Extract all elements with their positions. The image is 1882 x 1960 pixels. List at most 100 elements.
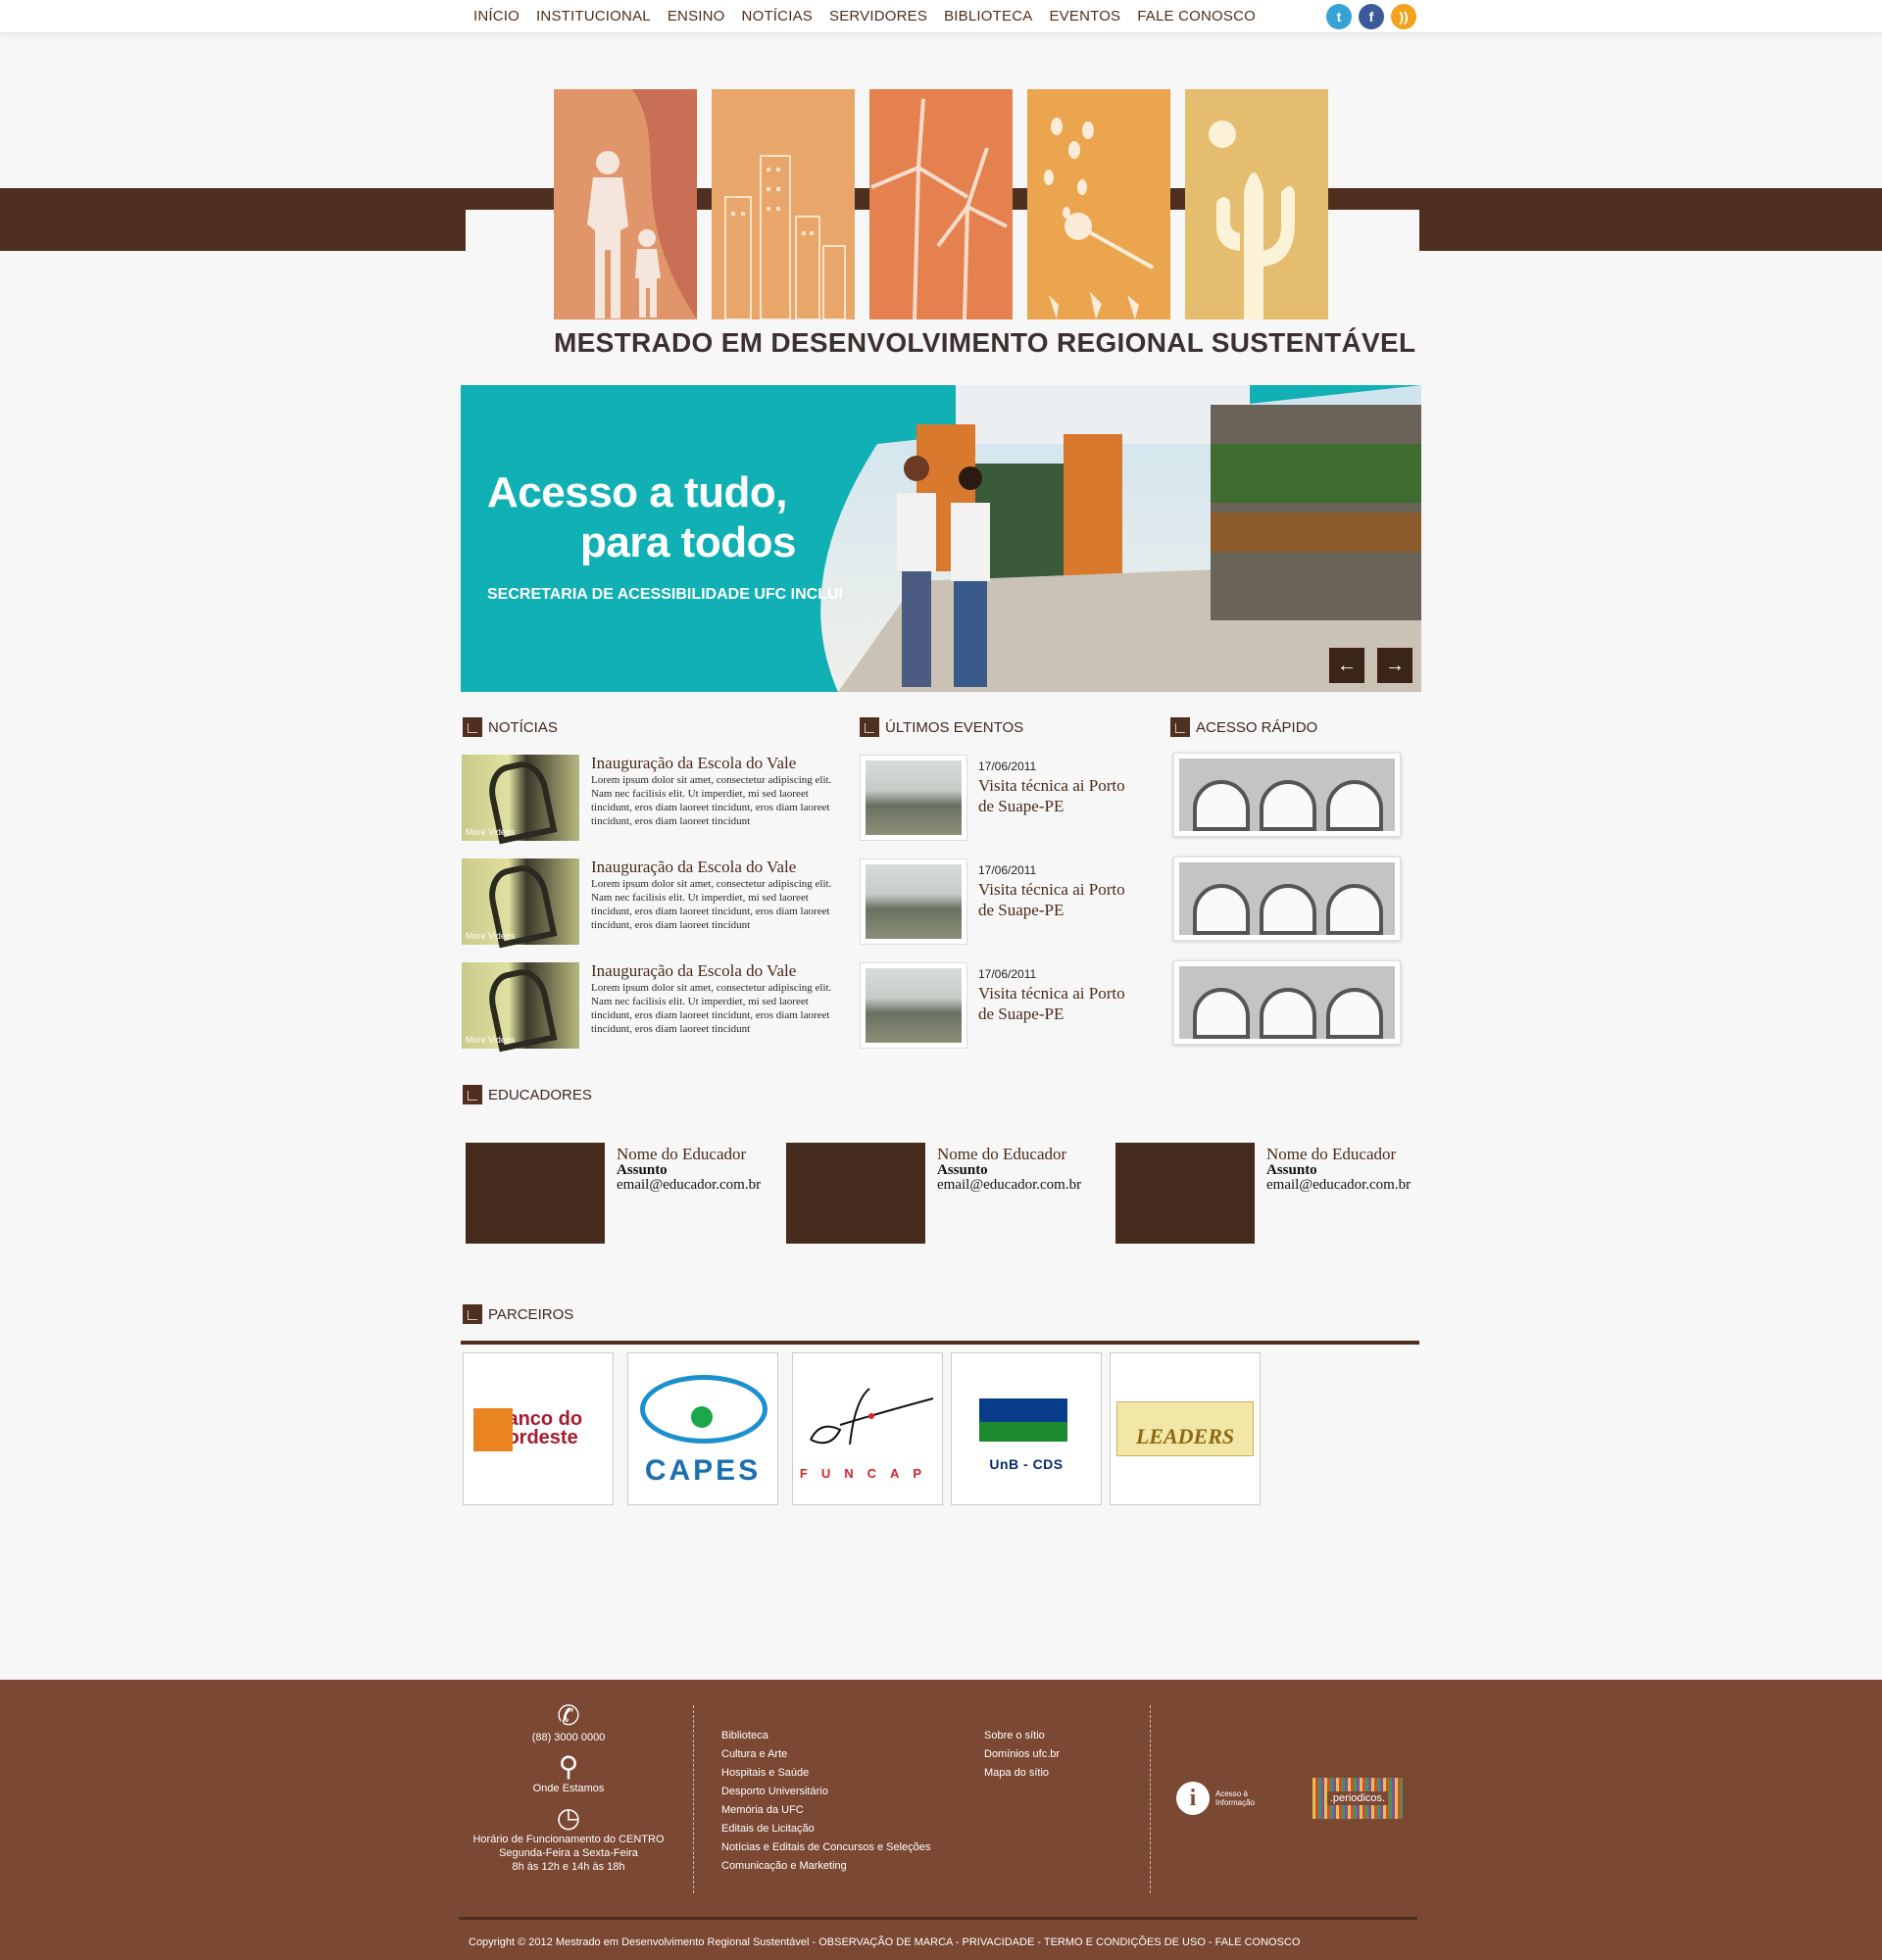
banco-do-nordeste-logo-icon — [473, 1408, 513, 1451]
partner-label: CAPES — [644, 1454, 762, 1487]
partner-funcap[interactable]: FUNCAP — [792, 1352, 943, 1505]
educator-photo — [466, 1143, 605, 1244]
rss-icon[interactable]: )) — [1391, 4, 1416, 29]
quick-access-item[interactable] — [1173, 753, 1401, 837]
footer-link[interactable]: Editais de Licitação — [721, 1820, 930, 1838]
footer-location[interactable]: Onde Estamos — [461, 1782, 676, 1795]
footer-link[interactable]: Comunicação e Marketing — [721, 1857, 930, 1876]
educator-subject: Assunto — [1266, 1162, 1317, 1178]
nav-biblioteca[interactable]: BIBLIOTECA — [944, 8, 1032, 24]
funcap-logo-icon — [810, 1388, 934, 1446]
nav-eventos[interactable]: EVENTOS — [1049, 8, 1120, 24]
educator-card[interactable]: Nome do Educador Assunto email@educador.… — [466, 1143, 761, 1244]
event-item[interactable]: 17/06/2011 Visita técnica ai Porto de Su… — [860, 858, 1144, 962]
nav-inicio[interactable]: INÍCIO — [473, 8, 520, 24]
educator-email[interactable]: email@educador.com.br — [937, 1177, 1081, 1194]
event-thumbnail[interactable] — [860, 755, 967, 841]
educator-email[interactable]: email@educador.com.br — [1266, 1177, 1411, 1194]
capes-dot-icon — [691, 1406, 713, 1428]
educator-email[interactable]: email@educador.com.br — [617, 1177, 761, 1194]
header-band-left — [0, 188, 466, 251]
footer-divider — [693, 1705, 694, 1893]
acesso-informacao-logo[interactable]: i Acesso à Informação — [1176, 1782, 1255, 1815]
event-thumbnail[interactable] — [860, 858, 967, 945]
educator-subject: Assunto — [937, 1162, 988, 1178]
footer-link[interactable]: Notícias e Editais de Concursos e Seleçõ… — [721, 1838, 930, 1857]
quick-access-heading: ACESSO RÁPIDO — [1170, 717, 1317, 737]
news-title[interactable]: Inauguração da Escola do Vale — [591, 858, 834, 876]
footer-link[interactable]: Biblioteca — [721, 1727, 930, 1745]
footer-link[interactable]: Mapa do sítio — [984, 1764, 1060, 1783]
partner-banco-do-nordeste[interactable]: Banco do Nordeste — [463, 1352, 614, 1505]
news-thumbnail[interactable]: More Videos — [462, 858, 579, 949]
educator-name: Nome do Educador — [1266, 1145, 1397, 1163]
news-excerpt: Lorem ipsum dolor sit amet, consectetur … — [591, 878, 832, 931]
events-heading-label: ÚLTIMOS EVENTOS — [885, 718, 1024, 736]
footer-hours-time: 8h às 12h e 14h às 18h — [512, 1861, 625, 1873]
quick-access-item[interactable] — [1173, 857, 1401, 941]
footer-link[interactable]: Cultura e Arte — [721, 1745, 930, 1764]
event-date: 17/06/2011 — [978, 967, 1037, 981]
main-nav: INÍCIO INSTITUCIONAL ENSINO NOTÍCIAS SER… — [473, 8, 1272, 24]
nav-institucional[interactable]: INSTITUCIONAL — [536, 8, 651, 24]
site-logo[interactable] — [554, 89, 1328, 319]
educator-name: Nome do Educador — [617, 1145, 747, 1163]
news-item[interactable]: More Videos Inauguração da Escola do Val… — [462, 858, 834, 962]
event-title[interactable]: Visita técnica ai Porto de Suape-PE — [978, 775, 1144, 816]
slider-prev-button[interactable]: ← — [1329, 648, 1364, 683]
event-title[interactable]: Visita técnica ai Porto de Suape-PE — [978, 879, 1144, 920]
acesso-line-1: Acesso à — [1215, 1789, 1248, 1798]
events-heading: ÚLTIMOS EVENTOS — [860, 717, 1023, 737]
educator-card[interactable]: Nome do Educador Assunto email@educador.… — [786, 1143, 1081, 1244]
footer-contact: ✆ (88) 3000 0000 ⚲ Onde Estamos ◷ Horári… — [461, 1701, 676, 1874]
partner-capes[interactable]: CAPES — [627, 1352, 778, 1505]
slide-photo — [799, 385, 1421, 692]
news-item[interactable]: More Videos Inauguração da Escola do Val… — [462, 755, 834, 858]
footer-phone: (88) 3000 0000 — [531, 1732, 606, 1743]
city-panel-icon — [712, 89, 855, 319]
periodicos-logo[interactable]: .periodicos. — [1312, 1778, 1403, 1819]
footer-divider — [1150, 1705, 1151, 1893]
footer-link[interactable]: Domínios ufc.br — [984, 1745, 1060, 1764]
nav-noticias[interactable]: NOTÍCIAS — [742, 8, 813, 24]
educator-photo — [786, 1143, 925, 1244]
news-item[interactable]: More Videos Inauguração da Escola do Val… — [462, 962, 834, 1066]
footer-link[interactable]: Memória da UFC — [721, 1801, 930, 1820]
section-chart-icon — [463, 717, 482, 737]
slide-subtitle: SECRETARIA DE ACESSIBILIDADE UFC INCLUI — [487, 586, 843, 603]
partner-label: UnB - CDS — [989, 1456, 1064, 1472]
news-title[interactable]: Inauguração da Escola do Vale — [591, 962, 834, 980]
nav-servidores[interactable]: SERVIDORES — [829, 8, 927, 24]
slider-next-button[interactable]: → — [1377, 648, 1412, 683]
event-date: 17/06/2011 — [978, 863, 1037, 877]
family-panel-icon — [554, 89, 697, 319]
footer-links-main: Biblioteca Cultura e Arte Hospitais e Sa… — [721, 1727, 930, 1876]
more-videos-label: More Videos — [466, 931, 516, 941]
footer-link[interactable]: Hospitais e Saúde — [721, 1764, 930, 1783]
twitter-icon[interactable]: t — [1326, 4, 1352, 29]
partner-label: LEADERS — [1116, 1401, 1254, 1456]
educator-card[interactable]: Nome do Educador Assunto email@educador.… — [1115, 1143, 1411, 1244]
nav-fale-conosco[interactable]: FALE CONOSCO — [1137, 8, 1256, 24]
unb-logo-icon — [979, 1398, 1067, 1442]
partner-unb-cds[interactable]: UnB - CDS — [951, 1352, 1102, 1505]
news-title[interactable]: Inauguração da Escola do Vale — [591, 755, 834, 772]
event-title[interactable]: Visita técnica ai Porto de Suape-PE — [978, 983, 1144, 1024]
more-videos-label: More Videos — [466, 1035, 516, 1045]
event-item[interactable]: 17/06/2011 Visita técnica ai Porto de Su… — [860, 962, 1144, 1066]
quick-access-item[interactable] — [1173, 960, 1401, 1045]
news-thumbnail[interactable]: More Videos — [462, 962, 579, 1053]
nav-ensino[interactable]: ENSINO — [668, 8, 725, 24]
event-thumbnail[interactable] — [860, 962, 967, 1049]
facebook-icon[interactable]: f — [1359, 4, 1384, 29]
news-list: More Videos Inauguração da Escola do Val… — [462, 755, 834, 1066]
footer-link[interactable]: Sobre o sítio — [984, 1727, 1060, 1745]
footer-link[interactable]: Desporto Universitário — [721, 1783, 930, 1801]
partner-leaders[interactable]: LEADERS — [1110, 1352, 1261, 1505]
periodicos-label: .periodicos. — [1326, 1791, 1389, 1805]
footer-line — [459, 1917, 1417, 1920]
event-item[interactable]: 17/06/2011 Visita técnica ai Porto de Su… — [860, 755, 1144, 858]
news-excerpt: Lorem ipsum dolor sit amet, consectetur … — [591, 774, 832, 827]
header-band-right — [1419, 188, 1882, 251]
news-thumbnail[interactable]: More Videos — [462, 755, 579, 845]
